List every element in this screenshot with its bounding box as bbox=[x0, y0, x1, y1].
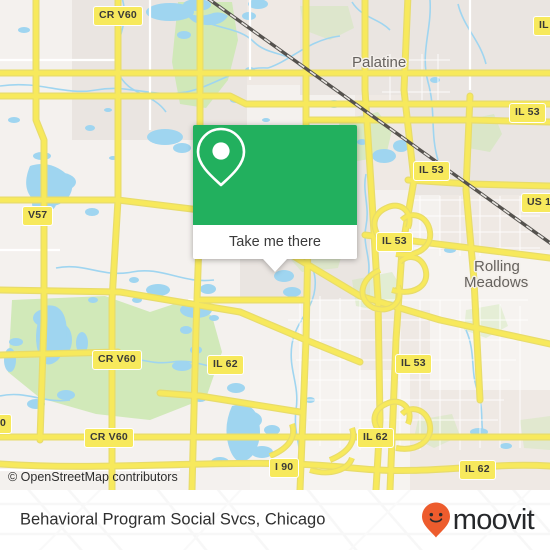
road-shield-il-62-west: IL 62 bbox=[207, 355, 244, 375]
road-shield-il-corner: IL bbox=[533, 16, 550, 36]
location-popup-card[interactable]: Take me there bbox=[193, 125, 357, 272]
moovit-brand[interactable]: moovit bbox=[420, 501, 535, 539]
road-shield-i-90-edge: 90 bbox=[0, 414, 13, 434]
place-label-palatine: Palatine bbox=[352, 54, 407, 71]
map-pin-icon bbox=[196, 127, 246, 187]
road-shield-il-53-top-right: IL 53 bbox=[509, 103, 546, 123]
take-me-there-label: Take me there bbox=[229, 234, 321, 250]
moovit-wordmark: moovit bbox=[452, 503, 535, 536]
osm-attribution: © OpenStreetMap contributors bbox=[8, 470, 178, 484]
road-shield-cr-v60-south: CR V60 bbox=[84, 428, 134, 448]
popup-tail-pointer bbox=[263, 259, 287, 272]
bottom-info-bar: Behavioral Program Social Svcs, Chicago … bbox=[0, 490, 550, 550]
moovit-smiley-pin-icon bbox=[421, 502, 450, 538]
road-shield-v57: V57 bbox=[22, 206, 54, 226]
road-shield-il-53-lower: IL 53 bbox=[395, 354, 432, 374]
place-label-meadows: Meadows bbox=[464, 274, 529, 291]
map-canvas[interactable]: Palatine Rolling Meadows CR V60 V57 CR V… bbox=[0, 0, 550, 490]
location-title: Behavioral Program Social Svcs, Chicago bbox=[20, 510, 326, 529]
road-shield-cr-v60-north: CR V60 bbox=[93, 6, 143, 26]
moovit-map-screenshot: Palatine Rolling Meadows CR V60 V57 CR V… bbox=[0, 0, 550, 550]
road-shield-us-highway: US 1 bbox=[521, 193, 550, 213]
road-shield-cr-v60-mid: CR V60 bbox=[92, 350, 142, 370]
road-shield-il-62-south: IL 62 bbox=[357, 428, 394, 448]
popup-header bbox=[193, 125, 357, 225]
popup-action-row[interactable]: Take me there bbox=[193, 225, 357, 259]
road-shield-il-62-east: IL 62 bbox=[459, 460, 496, 480]
road-shield-i-90: I 90 bbox=[269, 458, 300, 478]
road-shield-il-53-upper: IL 53 bbox=[413, 161, 450, 181]
road-shield-il-53-mid: IL 53 bbox=[376, 232, 413, 252]
